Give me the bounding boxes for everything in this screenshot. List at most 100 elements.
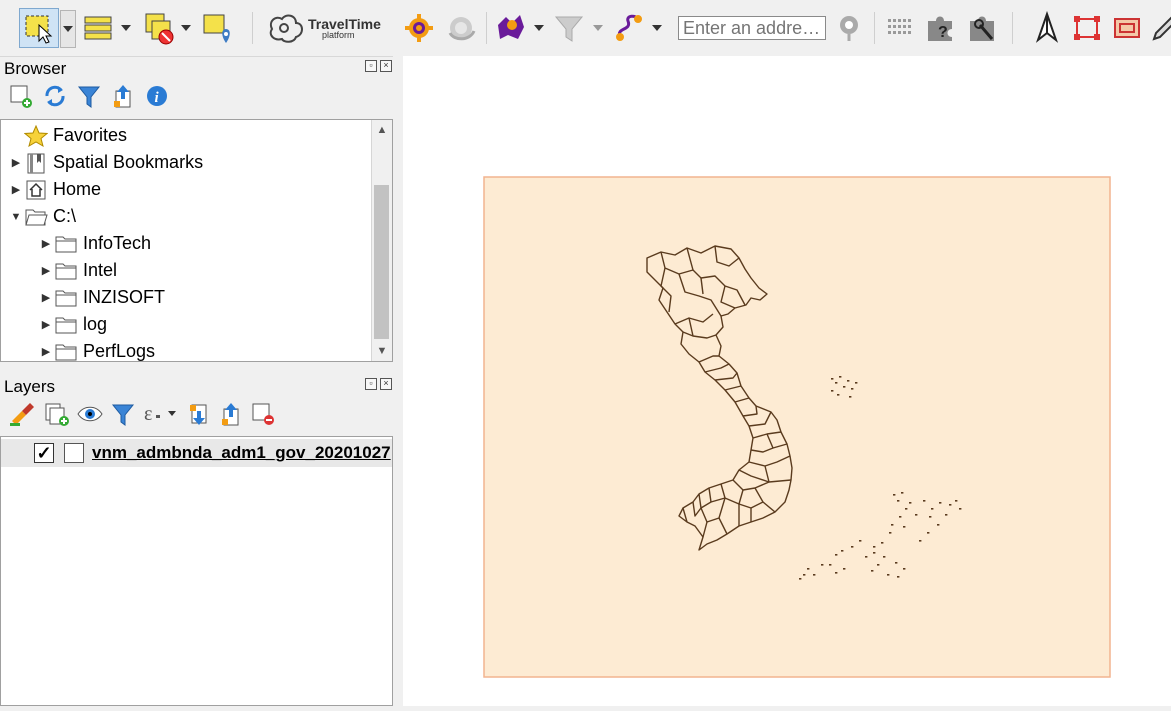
layer-row[interactable]: ✓ vnm_admbnda_adm1_gov_20201027 — [1, 439, 392, 467]
expand-arrow-icon[interactable]: ▶ — [39, 345, 53, 358]
expand-arrow-icon[interactable]: ▶ — [39, 264, 53, 277]
layer-symbol-swatch[interactable] — [64, 443, 84, 463]
grid-icon[interactable] — [882, 8, 920, 48]
edit-pencil-icon[interactable] — [1148, 8, 1171, 48]
tree-item[interactable]: ▶ Spatial Bookmarks — [9, 149, 203, 176]
layer-visibility-checkbox[interactable]: ✓ — [34, 443, 54, 463]
tree-item[interactable]: ▶ InfoTech — [39, 230, 151, 257]
tree-item[interactable]: Favorites — [9, 122, 127, 149]
svg-text:?: ? — [938, 24, 948, 41]
tree-item-label: C:\ — [53, 206, 77, 226]
filter-legend-icon[interactable] — [110, 401, 136, 432]
geocoder-search-icon[interactable] — [834, 8, 866, 48]
route-icon[interactable] — [610, 8, 648, 48]
settings-icon[interactable] — [400, 8, 438, 48]
browser-scrollbar[interactable]: ▲ ▼ — [371, 120, 392, 361]
add-layer-icon[interactable] — [8, 83, 34, 114]
tools-icon[interactable] — [964, 8, 1002, 48]
isochrone-dropdown[interactable] — [532, 10, 546, 46]
folder-icon — [53, 233, 79, 255]
scroll-down-icon[interactable]: ▼ — [372, 341, 392, 361]
collapse-arrow-icon[interactable]: ▼ — [9, 211, 23, 223]
svg-text:ε: ε — [144, 403, 152, 425]
tree-item-label: Home — [53, 179, 102, 199]
folder-icon — [53, 287, 79, 309]
collapse-layers-icon[interactable] — [218, 401, 244, 432]
expand-arrow-icon[interactable]: ▶ — [39, 237, 53, 250]
attribute-table-icon[interactable] — [80, 8, 116, 48]
map-frame — [483, 176, 1111, 678]
toolbar-separator — [252, 12, 253, 44]
filter-dropdown[interactable] — [591, 10, 605, 46]
north-arrow-icon[interactable] — [1028, 8, 1066, 48]
layer-name[interactable]: vnm_admbnda_adm1_gov_20201027 — [92, 443, 391, 463]
map-canvas[interactable] — [403, 56, 1171, 706]
expand-all-icon[interactable] — [186, 401, 212, 432]
expand-arrow-icon[interactable]: ▶ — [9, 183, 23, 196]
browser-dock-buttons: ▫ × — [365, 60, 392, 72]
traveltime-brand: TravelTime — [308, 15, 381, 32]
remove-layer-icon[interactable] — [250, 401, 276, 432]
info-icon[interactable]: i — [144, 83, 170, 114]
tree-item[interactable]: ▶ Home — [9, 176, 101, 203]
toolbar-separator — [486, 12, 487, 44]
toolbar-separator — [1012, 12, 1013, 44]
browser-tree: Favorites ▶ Spatial Bookmarks ▶ Home ▼ C:\ ▶ Inf… — [0, 119, 393, 362]
tree-item[interactable]: ▶ PerfLogs — [39, 338, 156, 362]
scroll-up-icon[interactable]: ▲ — [372, 120, 392, 140]
map-frame-icon[interactable] — [1108, 8, 1146, 48]
browser-toolbar: i — [8, 84, 170, 112]
expand-arrow-icon[interactable]: ▶ — [39, 291, 53, 304]
settings-disabled-icon[interactable] — [442, 8, 480, 48]
refresh-icon[interactable] — [42, 83, 68, 114]
route-dropdown[interactable] — [650, 10, 664, 46]
collapse-all-icon[interactable] — [110, 83, 136, 114]
scroll-thumb[interactable] — [374, 185, 389, 339]
toolbar-separator — [874, 12, 875, 44]
manage-visibility-icon[interactable] — [76, 401, 104, 432]
filter-browser-icon[interactable] — [76, 83, 102, 114]
star-icon — [23, 124, 49, 147]
select-by-location-icon[interactable] — [140, 8, 178, 48]
filter-icon[interactable] — [550, 8, 588, 48]
tree-item-label: INZISOFT — [83, 287, 165, 307]
traveltime-logo[interactable]: TravelTime platform — [266, 8, 384, 48]
select-by-location-dropdown[interactable] — [179, 10, 193, 46]
close-panel-button[interactable]: × — [380, 378, 392, 390]
expand-arrow-icon[interactable]: ▶ — [39, 318, 53, 331]
browser-panel-title: Browser — [4, 59, 67, 78]
attribute-table-dropdown[interactable] — [119, 10, 133, 46]
rectangle-select-icon[interactable] — [1068, 8, 1106, 48]
tree-item[interactable]: ▶ Intel — [39, 257, 117, 284]
layers-dock-buttons: ▫ × — [365, 378, 392, 390]
select-dropdown[interactable] — [60, 10, 76, 48]
tree-item-label: PerfLogs — [83, 341, 156, 361]
folder-icon — [53, 314, 79, 336]
close-panel-button[interactable]: × — [380, 60, 392, 72]
bookmark-icon — [23, 152, 49, 174]
map-svg — [483, 176, 1111, 678]
expression-filter-icon[interactable]: ε — [142, 401, 180, 432]
float-panel-button[interactable]: ▫ — [365, 60, 377, 72]
tree-item[interactable]: ▼ C:\ — [9, 203, 76, 230]
traveltime-sub: platform — [322, 29, 355, 40]
folder-open-icon — [23, 206, 49, 228]
float-panel-button[interactable]: ▫ — [365, 378, 377, 390]
layers-list: ✓ vnm_admbnda_adm1_gov_20201027 — [0, 436, 393, 706]
tree-item[interactable]: ▶ INZISOFT — [39, 284, 165, 311]
help-icon[interactable]: ? — [922, 8, 960, 48]
identify-icon[interactable] — [198, 8, 236, 48]
folder-icon — [53, 260, 79, 282]
home-icon — [23, 179, 49, 201]
add-group-icon[interactable] — [42, 401, 70, 432]
tree-item-label: Favorites — [53, 125, 128, 145]
main-toolbar: TravelTime platform ? — [0, 0, 1171, 57]
folder-icon — [53, 341, 79, 362]
layers-toolbar: ε — [8, 402, 276, 430]
style-brush-icon[interactable] — [8, 401, 36, 432]
tree-item[interactable]: ▶ log — [39, 311, 107, 338]
address-search-input[interactable] — [678, 16, 826, 40]
isochrone-icon[interactable] — [492, 8, 530, 48]
select-features-icon[interactable] — [19, 8, 59, 48]
expand-arrow-icon[interactable]: ▶ — [9, 156, 23, 169]
